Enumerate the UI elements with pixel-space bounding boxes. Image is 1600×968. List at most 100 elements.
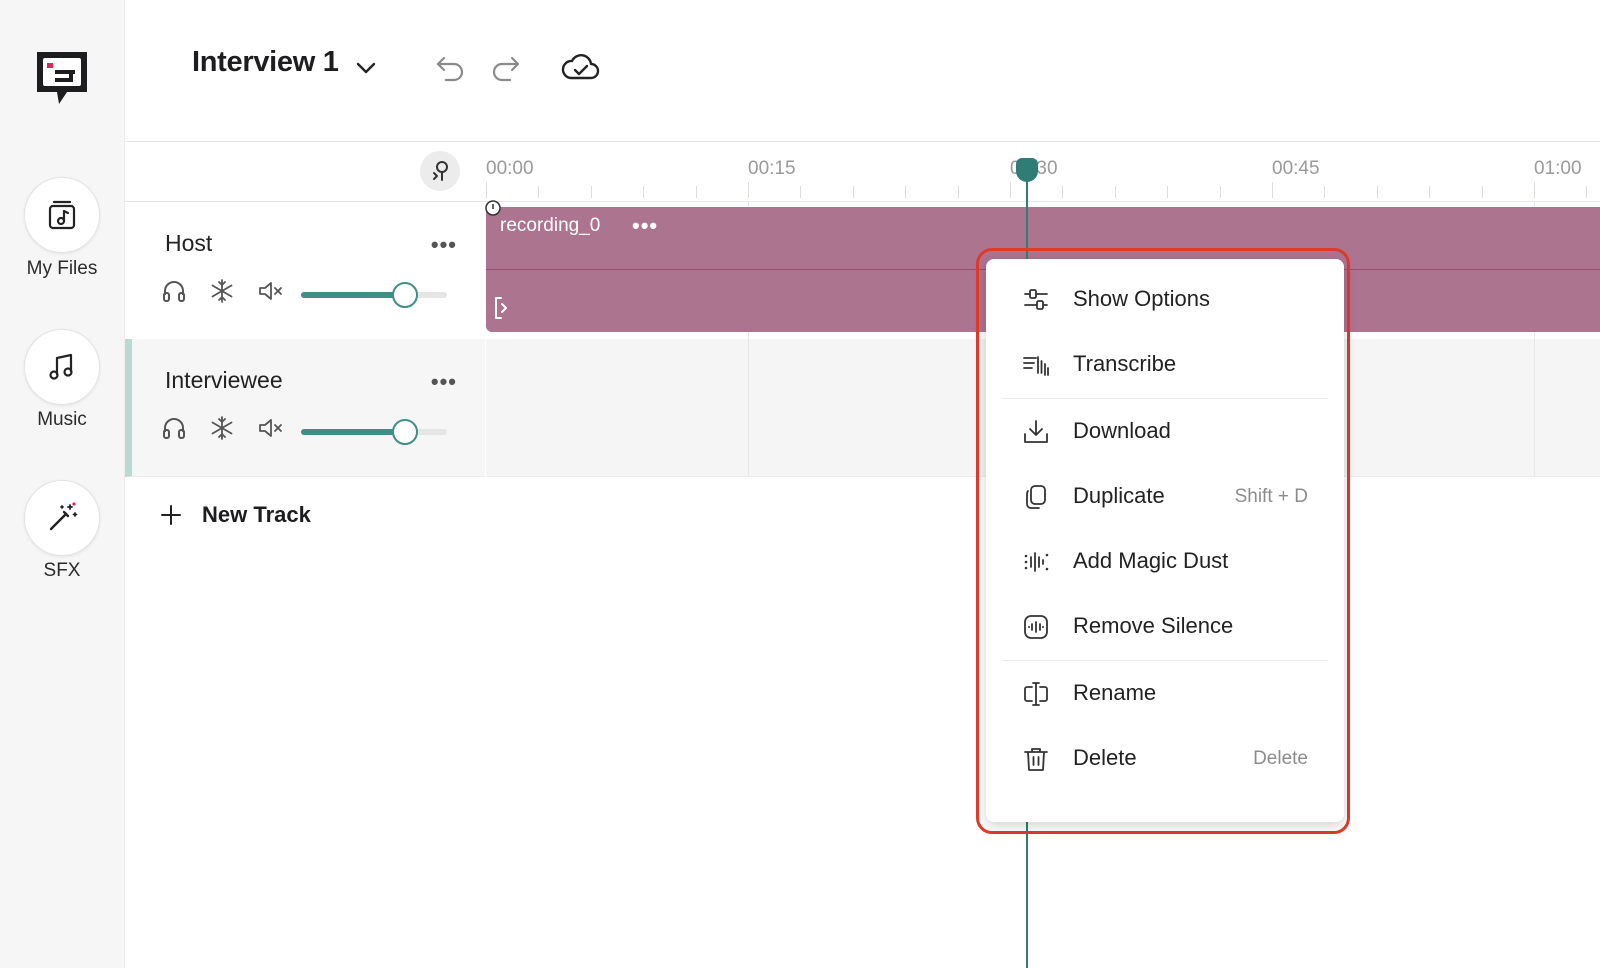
- volume-slider-fill: [301, 429, 404, 435]
- ruler-tick: [643, 186, 645, 198]
- ruler-tick: [905, 186, 907, 198]
- ruler-tick: [1481, 186, 1483, 198]
- duplicate-icon: [1026, 485, 1046, 509]
- ruler-tick: [1010, 182, 1011, 198]
- ruler-tick: [1219, 186, 1221, 198]
- my-files-label: My Files: [26, 258, 98, 279]
- volume-slider-knob[interactable]: [392, 419, 419, 445]
- mute-icon[interactable]: [257, 415, 285, 441]
- sliders-icon: [1024, 289, 1048, 310]
- ruler-tick: [1167, 186, 1169, 198]
- menu-item-download[interactable]: Download: [986, 403, 1344, 459]
- track-name[interactable]: Host: [165, 230, 212, 257]
- menu-item-remove-silence[interactable]: Remove Silence: [986, 598, 1344, 654]
- headphones-icon[interactable]: [161, 278, 187, 304]
- ruler-tick: [852, 186, 854, 198]
- ruler-tick: [1272, 182, 1273, 198]
- lane-gridline: [748, 339, 749, 476]
- app-logo-icon[interactable]: [33, 48, 91, 110]
- magic-wand-icon: [49, 502, 78, 531]
- volume-slider-knob[interactable]: [392, 282, 419, 308]
- headphones-icon[interactable]: [161, 415, 187, 441]
- menu-item-label: Rename: [1073, 680, 1157, 705]
- mute-icon[interactable]: [257, 278, 285, 304]
- chevron-down-icon[interactable]: [354, 58, 378, 78]
- snap-button[interactable]: [420, 151, 460, 191]
- clip-more-icon[interactable]: •••: [632, 213, 658, 239]
- remove-silence-icon: [1024, 615, 1048, 639]
- music-label: Music: [37, 409, 87, 430]
- playhead-handle[interactable]: [1016, 158, 1039, 182]
- tick-label-60: 01:00: [1534, 158, 1582, 179]
- ruler-tick: [695, 186, 697, 198]
- menu-item-shortcut: Shift + D: [1234, 486, 1308, 507]
- clip-trim-handle-icon[interactable]: [492, 295, 512, 321]
- clip-context-menu: Show Options Transcribe Download Duplica…: [986, 259, 1344, 822]
- rename-icon: [1024, 682, 1048, 706]
- menu-item-label: Delete: [1073, 745, 1137, 770]
- timeline-ruler[interactable]: 00:00 00:15 00:30 00:45 01:00: [486, 142, 1600, 202]
- volume-slider[interactable]: [301, 419, 447, 445]
- tick-label-0: 00:00: [486, 158, 534, 179]
- track-header-interviewee[interactable]: Interviewee •••: [125, 339, 485, 477]
- cloud-saved-icon[interactable]: [560, 50, 602, 84]
- new-track-label: New Track: [202, 502, 311, 527]
- download-icon: [1024, 420, 1048, 443]
- lane-gridline: [1534, 339, 1535, 476]
- tick-label-45: 00:45: [1272, 158, 1320, 179]
- ruler-tick: [590, 186, 592, 198]
- menu-item-duplicate[interactable]: Duplicate Shift + D: [986, 468, 1344, 524]
- track-more-icon[interactable]: •••: [431, 232, 457, 258]
- ruler-tick: [1534, 182, 1535, 198]
- menu-item-add-magic-dust[interactable]: Add Magic Dust: [986, 533, 1344, 589]
- sfx-label: SFX: [43, 560, 81, 581]
- transcribe-icon: [1023, 356, 1049, 376]
- ruler-tick: [748, 182, 749, 198]
- track-header-host[interactable]: Host •••: [125, 202, 485, 340]
- clip-name: recording_0: [500, 215, 601, 236]
- volume-slider[interactable]: [301, 282, 447, 308]
- my-files-button[interactable]: [24, 177, 100, 253]
- music-file-icon: [48, 200, 76, 230]
- trash-icon: [1024, 748, 1048, 771]
- freeze-icon[interactable]: [209, 278, 235, 304]
- ruler-tick: [486, 182, 487, 198]
- ruler-tick: [1376, 186, 1378, 198]
- plus-icon: [161, 505, 181, 525]
- project-title[interactable]: Interview 1: [192, 46, 339, 79]
- redo-icon[interactable]: [488, 52, 522, 84]
- menu-item-label: Remove Silence: [1073, 613, 1234, 638]
- menu-item-label: Add Magic Dust: [1073, 548, 1229, 573]
- ruler-tick: [1429, 186, 1431, 198]
- undo-icon[interactable]: [434, 52, 468, 84]
- track-name[interactable]: Interviewee: [165, 367, 283, 394]
- ruler-tick: [1062, 186, 1064, 198]
- menu-item-transcribe[interactable]: Transcribe: [986, 336, 1344, 392]
- menu-separator: [1002, 660, 1328, 661]
- menu-item-label: Download: [1073, 418, 1171, 443]
- volume-slider-fill: [301, 292, 404, 298]
- music-note-icon: [49, 353, 73, 380]
- ruler-tick: [957, 186, 959, 198]
- menu-item-label: Duplicate: [1073, 483, 1165, 508]
- menu-item-shortcut: Delete: [1253, 748, 1308, 769]
- ruler-tick: [538, 186, 540, 198]
- sfx-button[interactable]: [24, 480, 100, 556]
- track-more-icon[interactable]: •••: [431, 369, 457, 395]
- ruler-tick: [1114, 186, 1116, 198]
- menu-item-label: Show Options: [1073, 286, 1210, 311]
- music-button[interactable]: [24, 329, 100, 405]
- ruler-tick: [800, 186, 802, 198]
- tick-label-15: 00:15: [748, 158, 796, 179]
- left-rail: My Files Music SFX: [0, 0, 125, 968]
- menu-item-show-options[interactable]: Show Options: [986, 271, 1344, 327]
- freeze-icon[interactable]: [209, 415, 235, 441]
- magnet-pin-icon: [433, 161, 448, 181]
- menu-separator: [1002, 398, 1328, 399]
- new-track-button[interactable]: New Track: [158, 502, 311, 528]
- menu-item-delete[interactable]: Delete Delete: [986, 730, 1344, 786]
- menu-item-rename[interactable]: Rename: [986, 665, 1344, 721]
- fade-handle-icon[interactable]: [484, 199, 502, 217]
- ruler-tick: [1324, 186, 1326, 198]
- magic-dust-icon: [1024, 552, 1049, 572]
